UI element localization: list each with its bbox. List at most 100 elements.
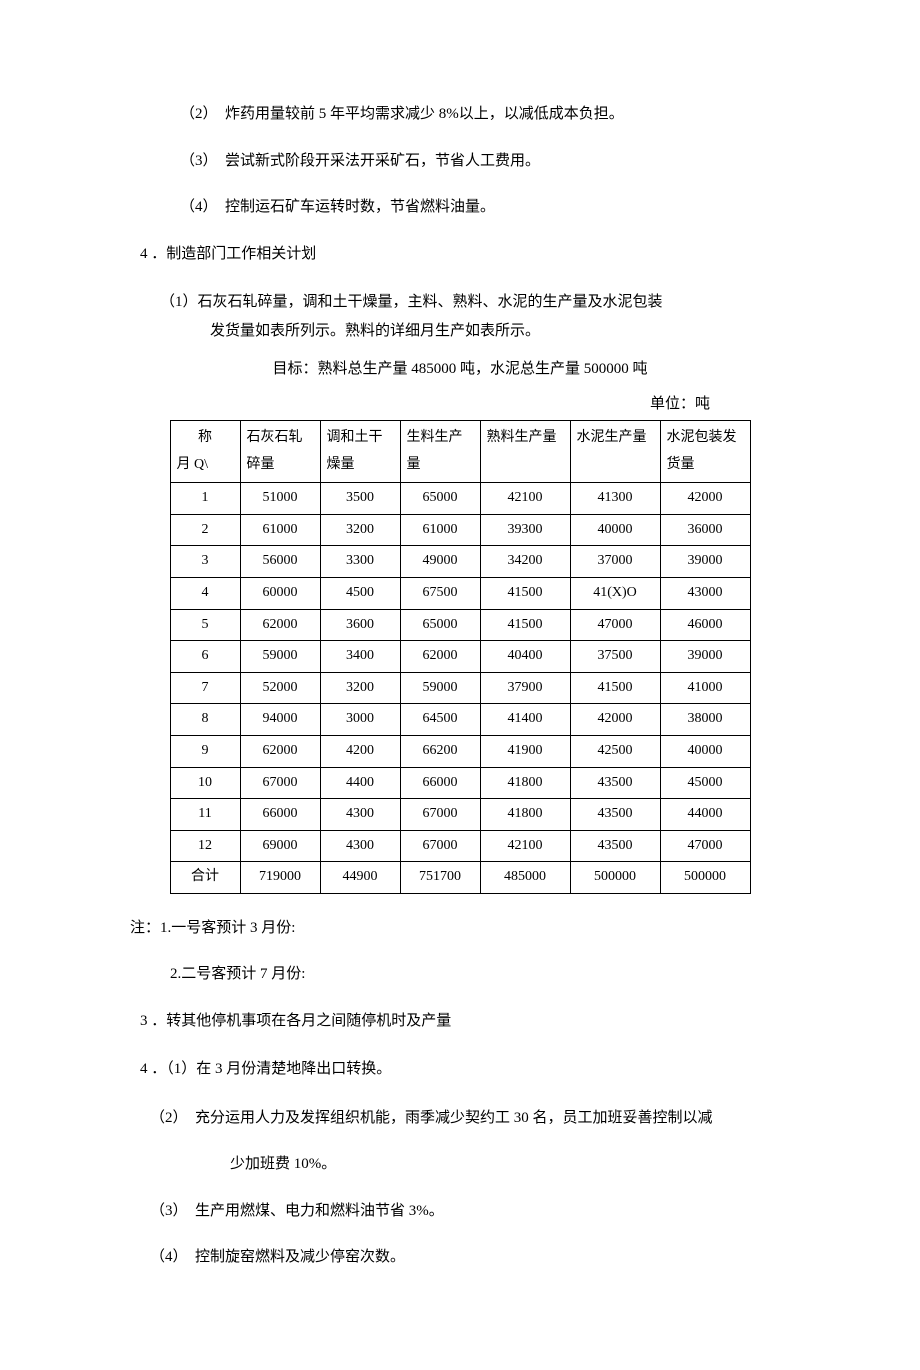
table-cell: 38000	[660, 704, 750, 736]
table-cell: 3200	[320, 514, 400, 546]
table-cell: 66200	[400, 735, 480, 767]
table-cell: 64500	[400, 704, 480, 736]
item-num: （3）	[150, 1203, 188, 1219]
table-cell: 3400	[320, 641, 400, 673]
table-cell: 4	[170, 577, 240, 609]
table-row: 261000320061000393004000036000	[170, 514, 750, 546]
table-cell: 9	[170, 735, 240, 767]
table-cell: 67000	[400, 799, 480, 831]
table-cell: 43500	[570, 767, 660, 799]
list-item: （4） 控制运石矿车运转时数，节省燃料油量。	[120, 193, 800, 222]
table-cell: 44900	[320, 862, 400, 894]
item-text: 生产用燃煤、电力和燃料油节省 3%。	[195, 1203, 444, 1219]
table-cell: 6	[170, 641, 240, 673]
table-cell: 45000	[660, 767, 750, 799]
table-cell: 66000	[400, 767, 480, 799]
item-text: 充分运用人力及发挥组织机能，雨季减少契约工 30 名，员工加班妥善控制以减	[195, 1110, 713, 1126]
table-cell: 62000	[240, 735, 320, 767]
header-cell: 熟料生产量	[480, 421, 570, 483]
item-text: 控制运石矿车运转时数，节省燃料油量。	[225, 199, 495, 215]
table-cell: 4300	[320, 830, 400, 862]
table-cell: 47000	[660, 830, 750, 862]
table-row: 1166000430067000418004350044000	[170, 799, 750, 831]
table-cell: 41300	[570, 483, 660, 515]
list-item: 4 ．（1）在 3 月份清楚地降出口转换。	[120, 1055, 800, 1084]
header-cell: 称 月 Q\	[170, 421, 240, 483]
table-cell: 51000	[240, 483, 320, 515]
list-item: （3） 生产用燃煤、电力和燃料油节省 3%。	[120, 1197, 800, 1226]
table-cell: 3300	[320, 546, 400, 578]
table-cell: 52000	[240, 672, 320, 704]
item-text: 炸药用量较前 5 年平均需求减少 8%以上，以减低成本负担。	[225, 106, 624, 122]
table-cell: 40000	[570, 514, 660, 546]
table-cell: 43500	[570, 830, 660, 862]
table-cell: 500000	[660, 862, 750, 894]
paragraph-line: 少加班费 10%。	[120, 1150, 800, 1179]
list-item: （2） 炸药用量较前 5 年平均需求减少 8%以上，以减低成本负担。	[120, 100, 800, 129]
table-cell: 3200	[320, 672, 400, 704]
table-cell: 11	[170, 799, 240, 831]
table-cell: 3600	[320, 609, 400, 641]
table-cell: 719000	[240, 862, 320, 894]
table-cell: 41500	[570, 672, 660, 704]
table-cell: 3000	[320, 704, 400, 736]
table-row: 659000340062000404003750039000	[170, 641, 750, 673]
table-cell: 42000	[660, 483, 750, 515]
header-cell: 生料生产量	[400, 421, 480, 483]
table-cell: 36000	[660, 514, 750, 546]
table-cell: 67000	[400, 830, 480, 862]
table-row: 562000360065000415004700046000	[170, 609, 750, 641]
table-cell: 42500	[570, 735, 660, 767]
list-item: （4） 控制旋窑燃料及减少停窑次数。	[120, 1243, 800, 1272]
table-cell: 42100	[480, 830, 570, 862]
paragraph-line: 发货量如表所列示。熟料的详细月生产如表所示。	[120, 317, 800, 346]
table-cell: 60000	[240, 577, 320, 609]
table-cell: 合计	[170, 862, 240, 894]
table-cell: 41900	[480, 735, 570, 767]
table-row: 752000320059000379004150041000	[170, 672, 750, 704]
table-cell: 485000	[480, 862, 570, 894]
table-cell: 4200	[320, 735, 400, 767]
table-cell: 47000	[570, 609, 660, 641]
table-cell: 41800	[480, 799, 570, 831]
table-cell: 500000	[570, 862, 660, 894]
table-cell: 41500	[480, 609, 570, 641]
table-cell: 56000	[240, 546, 320, 578]
table-cell: 49000	[400, 546, 480, 578]
table-cell: 42100	[480, 483, 570, 515]
list-item: （2） 充分运用人力及发挥组织机能，雨季减少契约工 30 名，员工加班妥善控制以…	[120, 1104, 800, 1133]
table-cell: 39300	[480, 514, 570, 546]
table-cell: 39000	[660, 546, 750, 578]
table-cell: 40400	[480, 641, 570, 673]
list-item: 3 ．转其他停机事项在各月之间随停机时及产量	[120, 1007, 800, 1036]
item-text: 尝试新式阶段开采法开采矿石，节省人工费用。	[225, 153, 540, 169]
table-row: 1269000430067000421004350047000	[170, 830, 750, 862]
table-cell: 59000	[240, 641, 320, 673]
table-cell: 94000	[240, 704, 320, 736]
table-cell: 44000	[660, 799, 750, 831]
table-cell: 4300	[320, 799, 400, 831]
table-cell: 59000	[400, 672, 480, 704]
table-cell: 7	[170, 672, 240, 704]
table-cell: 62000	[400, 641, 480, 673]
production-table: 称 月 Q\ 石灰石轧碎量 调和土干燥量 生料生产量 熟料生产量 水泥生产量 水…	[170, 420, 751, 894]
header-cell: 水泥生产量	[570, 421, 660, 483]
table-row: 151000350065000421004130042000	[170, 483, 750, 515]
header-cell: 调和土干燥量	[320, 421, 400, 483]
table-cell: 37500	[570, 641, 660, 673]
table-header-row: 称 月 Q\ 石灰石轧碎量 调和土干燥量 生料生产量 熟料生产量 水泥生产量 水…	[170, 421, 750, 483]
table-cell: 3500	[320, 483, 400, 515]
table-cell: 69000	[240, 830, 320, 862]
table-cell: 41(X)O	[570, 577, 660, 609]
table-cell: 5	[170, 609, 240, 641]
table-row: 4600004500675004150041(X)O43000	[170, 577, 750, 609]
list-item: （3） 尝试新式阶段开采法开采矿石，节省人工费用。	[120, 147, 800, 176]
table-cell: 4500	[320, 577, 400, 609]
table-cell: 3	[170, 546, 240, 578]
table-row: 962000420066200419004250040000	[170, 735, 750, 767]
table-row: 894000300064500414004200038000	[170, 704, 750, 736]
paragraph-line: （1）石灰石轧碎量，调和土干燥量，主料、熟料、水泥的生产量及水泥包装	[120, 288, 800, 317]
item-text: 控制旋窑燃料及减少停窑次数。	[195, 1249, 405, 1265]
item-num: （3）	[180, 153, 218, 169]
table-cell: 8	[170, 704, 240, 736]
